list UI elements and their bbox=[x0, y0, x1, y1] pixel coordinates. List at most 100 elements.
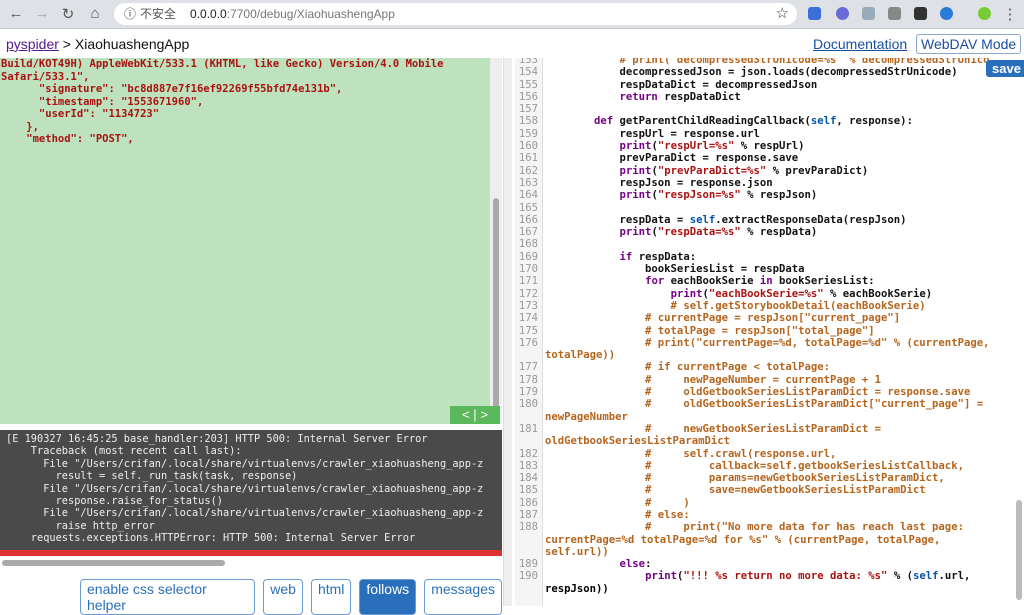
tab-html[interactable]: html bbox=[310, 579, 352, 615]
code-line: 162 print("prevParaDict=%s" % prevParaDi… bbox=[512, 165, 990, 177]
code-line-wrap: currentPage=%d totalPage=%d for %s" % (c… bbox=[545, 533, 941, 546]
line-text: respJson = response.json bbox=[543, 176, 773, 189]
line-number: 155 bbox=[518, 78, 538, 91]
log-line: [E 190327 16:45:25 base_handler:203] HTT… bbox=[6, 433, 428, 445]
pager-separator: | bbox=[473, 407, 477, 422]
extension-icon[interactable] bbox=[940, 7, 953, 20]
horizontal-scrollbar[interactable] bbox=[2, 560, 225, 566]
line-text: # currentPage = respJson["current_page"] bbox=[543, 312, 901, 325]
back-icon[interactable]: ← bbox=[6, 5, 26, 22]
line-text: respData = self.extractResponseData(resp… bbox=[543, 213, 907, 226]
home-icon[interactable]: ⌂ bbox=[85, 5, 105, 22]
tab-enable-css-selector-helper[interactable]: enable css selector helper bbox=[80, 579, 256, 615]
insecure-label: 不安全 bbox=[140, 7, 177, 21]
next-button[interactable]: > bbox=[480, 407, 488, 422]
documentation-link[interactable]: Documentation bbox=[813, 36, 907, 52]
extension-icon[interactable] bbox=[862, 7, 875, 20]
line-number: 188 bbox=[518, 521, 538, 534]
code-line: 159 respUrl = response.url bbox=[512, 128, 990, 140]
tab-follows[interactable]: follows bbox=[359, 579, 417, 615]
save-button[interactable]: save bbox=[986, 60, 1024, 77]
line-number: 187 bbox=[518, 508, 538, 521]
tab-web[interactable]: web bbox=[263, 579, 303, 615]
line-number: 162 bbox=[518, 164, 538, 177]
extension-icon[interactable] bbox=[808, 7, 821, 20]
line-text: if respData: bbox=[619, 250, 697, 263]
code-line: 180 # oldGetbookSeriesListParamDict["cur… bbox=[512, 398, 990, 410]
line-number: 183 bbox=[518, 459, 538, 472]
code-line: 190 print("!!! %s return no more data: %… bbox=[512, 570, 990, 582]
info-icon[interactable]: ⓘ bbox=[124, 7, 136, 21]
menu-icon[interactable]: ⋮ bbox=[1000, 5, 1020, 23]
log-line: raise http_error bbox=[6, 519, 155, 532]
extension-icon[interactable] bbox=[836, 7, 849, 20]
line-text: # callback=self.getbookSeriesListCallbac… bbox=[543, 459, 964, 472]
code-line: 166 respData = self.extractResponseData(… bbox=[512, 214, 990, 226]
code-line: 167 print("respData=%s" % respData) bbox=[512, 226, 990, 238]
log-line: response.raise_for_status() bbox=[6, 495, 223, 508]
log-line: requests.exceptions.HTTPError: HTTP 500:… bbox=[6, 532, 416, 545]
profile-avatar[interactable] bbox=[978, 7, 991, 20]
line-text: print("respJson=%s" % respJson) bbox=[619, 189, 818, 202]
line-text bbox=[540, 103, 990, 115]
code-line-wrap: self.url)) bbox=[545, 545, 609, 558]
line-text: respUrl = response.url bbox=[543, 127, 760, 140]
extension-icon[interactable] bbox=[888, 7, 901, 20]
code-line: 161 prevParaDict = response.save bbox=[512, 152, 990, 164]
code-line: 188 # print("No more data for has reach … bbox=[512, 521, 990, 533]
line-number: 166 bbox=[518, 213, 538, 226]
editor-scrollbar[interactable] bbox=[1016, 500, 1022, 600]
vertical-scrollbar[interactable] bbox=[490, 58, 502, 424]
code-editor[interactable]: 153 # print("decompressedStrUnicode=%s" … bbox=[512, 58, 1024, 606]
line-text: print("prevParaDict=%s" % prevParaDict) bbox=[619, 164, 869, 177]
code-line: 154 decompressedJson = json.loads(decomp… bbox=[512, 66, 990, 78]
line-text: # totalPage = respJson["total_page"] bbox=[543, 324, 875, 337]
prev-button[interactable]: < bbox=[462, 407, 470, 422]
url-host: 0.0.0.0 bbox=[190, 7, 227, 21]
line-text: # print("currentPage=%d, totalPage=%d" %… bbox=[543, 336, 990, 349]
code-line: 157 bbox=[512, 103, 990, 115]
line-number: 159 bbox=[518, 127, 538, 140]
line-number: 165 bbox=[518, 201, 538, 214]
line-text: # save=newGetbookSeriesListParamDict bbox=[543, 484, 926, 497]
request-line: "method": "POST", bbox=[1, 133, 134, 145]
line-text: def getParentChildReadingCallback(self, … bbox=[594, 115, 913, 128]
line-number: 156 bbox=[518, 90, 538, 103]
request-line: Safari/533.1", bbox=[1, 70, 90, 83]
reload-icon[interactable]: ↻ bbox=[58, 5, 78, 23]
code-line-wrap: respJson)) bbox=[545, 582, 609, 595]
line-text: for eachBookSerie in bookSeriesList: bbox=[645, 275, 875, 288]
code-line: 181 # newGetbookSeriesListParamDict = bbox=[512, 423, 990, 435]
line-number: 161 bbox=[518, 152, 538, 165]
code-line: 175 # totalPage = respJson["total_page"] bbox=[512, 325, 990, 337]
request-line: "timestamp": "1553671960", bbox=[1, 95, 204, 108]
line-number: 176 bbox=[518, 336, 538, 349]
qr-icon[interactable] bbox=[914, 7, 927, 20]
project-name: XiaohuashengApp bbox=[74, 36, 190, 52]
code-line: 156 return respDataDict bbox=[512, 91, 990, 103]
line-text: # print("decompressedStrUnicode=%s" % de… bbox=[543, 58, 990, 66]
star-icon[interactable]: ☆ bbox=[776, 3, 789, 25]
forward-icon[interactable]: → bbox=[32, 5, 52, 22]
code-line: 178 # newPageNumber = currentPage + 1 bbox=[512, 374, 990, 386]
breadcrumb-root-link[interactable]: pyspider bbox=[6, 36, 59, 52]
code-line: 186 # ) bbox=[512, 497, 990, 509]
webdav-mode-button[interactable]: WebDAV Mode bbox=[916, 34, 1022, 54]
code-line: 155 respDataDict = decompressedJson bbox=[512, 79, 990, 91]
code-line: 174 # currentPage = respJson["current_pa… bbox=[512, 312, 990, 324]
error-indicator bbox=[0, 550, 502, 556]
address-bar[interactable]: ⓘ 不安全 0.0.0.0:7700/debug/XiaohuashengApp ☆ bbox=[114, 3, 797, 25]
tab-messages[interactable]: messages bbox=[424, 579, 502, 615]
line-text: return respDataDict bbox=[619, 90, 741, 103]
code-line: 185 # save=newGetbookSeriesListParamDict bbox=[512, 484, 990, 496]
splitter[interactable] bbox=[503, 58, 512, 606]
code-line-wrap: oldGetbookSeriesListParamDict bbox=[545, 435, 730, 448]
line-number: 171 bbox=[518, 275, 538, 288]
log-line: Traceback (most recent call last): bbox=[6, 445, 242, 458]
line-text: print("respData=%s" % respData) bbox=[619, 226, 818, 239]
code-lines: 153 # print("decompressedStrUnicode=%s" … bbox=[512, 58, 990, 595]
code-line: 173 # self.getStorybookDetail(eachBookSe… bbox=[512, 300, 990, 312]
log-line: File "/Users/crifan/.local/share/virtual… bbox=[6, 482, 484, 495]
log-line: result = self._run_task(task, response) bbox=[6, 470, 298, 483]
request-line: "userId": "1134723" bbox=[1, 108, 160, 120]
